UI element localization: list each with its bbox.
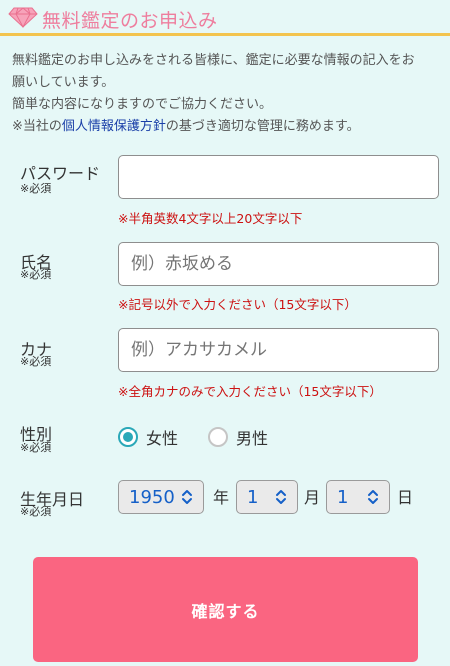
gender-option-label: 女性 — [146, 429, 179, 448]
intro-line: 簡単な内容になりますのでご協力ください。 — [12, 97, 273, 112]
password-hint: ※半角英数4文字以上20文字以下 — [118, 211, 303, 226]
required-mark: ※必須 — [20, 355, 52, 368]
privacy-prefix: ※当社の — [12, 119, 62, 134]
chevron-up-down-icon — [182, 490, 192, 504]
birth-day-value: 1 — [337, 486, 349, 508]
required-mark: ※必須 — [20, 182, 52, 195]
intro-line: ※当社の個人情報保護方針の基づき適切な管理に務めます。 — [12, 116, 442, 138]
gender-radio-female[interactable]: 女性 — [118, 424, 178, 450]
birth-month-select[interactable]: 1 — [236, 480, 298, 514]
gender-radio-male[interactable]: 男性 — [208, 424, 268, 450]
password-input[interactable] — [118, 155, 439, 199]
birth-day-select[interactable]: 1 — [326, 480, 390, 514]
required-mark: ※必須 — [20, 441, 52, 454]
day-unit: 日 — [397, 488, 414, 507]
required-mark: ※必須 — [20, 268, 52, 281]
gender-option-label: 男性 — [236, 429, 269, 448]
radio-checked-icon[interactable] — [118, 427, 138, 447]
radio-unchecked-icon[interactable] — [208, 427, 228, 447]
year-unit: 年 — [213, 488, 230, 507]
chevron-up-down-icon — [368, 490, 378, 504]
birth-month-value: 1 — [247, 486, 259, 508]
diamond-icon — [8, 7, 38, 28]
kana-hint: ※全角カナのみで入力ください（15文字以下） — [118, 384, 382, 399]
intro-text: 無料鑑定のお申し込みをされる皆様に、鑑定に必要な情報の記入をお 願いしています。… — [12, 50, 442, 138]
page-header: 無料鑑定のお申込み — [0, 0, 450, 36]
required-mark: ※必須 — [20, 505, 52, 518]
birth-year-value: 1950 — [129, 486, 175, 508]
chevron-up-down-icon — [276, 490, 286, 504]
confirm-button[interactable]: 確認する — [33, 557, 418, 662]
intro-line: 願いしています。 — [12, 75, 115, 90]
intro-line: 無料鑑定のお申し込みをされる皆様に、鑑定に必要な情報の記入をお — [12, 53, 415, 68]
page-title: 無料鑑定のお申込み — [42, 10, 218, 32]
kana-input[interactable] — [118, 328, 439, 372]
name-input[interactable] — [118, 242, 439, 286]
birth-year-select[interactable]: 1950 — [118, 480, 204, 514]
name-hint: ※記号以外で入力ください（15文字以下） — [118, 297, 357, 312]
privacy-policy-link[interactable]: 個人情報保護方針 — [62, 119, 166, 134]
month-unit: 月 — [304, 488, 321, 507]
privacy-suffix: の基づき適切な管理に務めます。 — [165, 119, 360, 134]
